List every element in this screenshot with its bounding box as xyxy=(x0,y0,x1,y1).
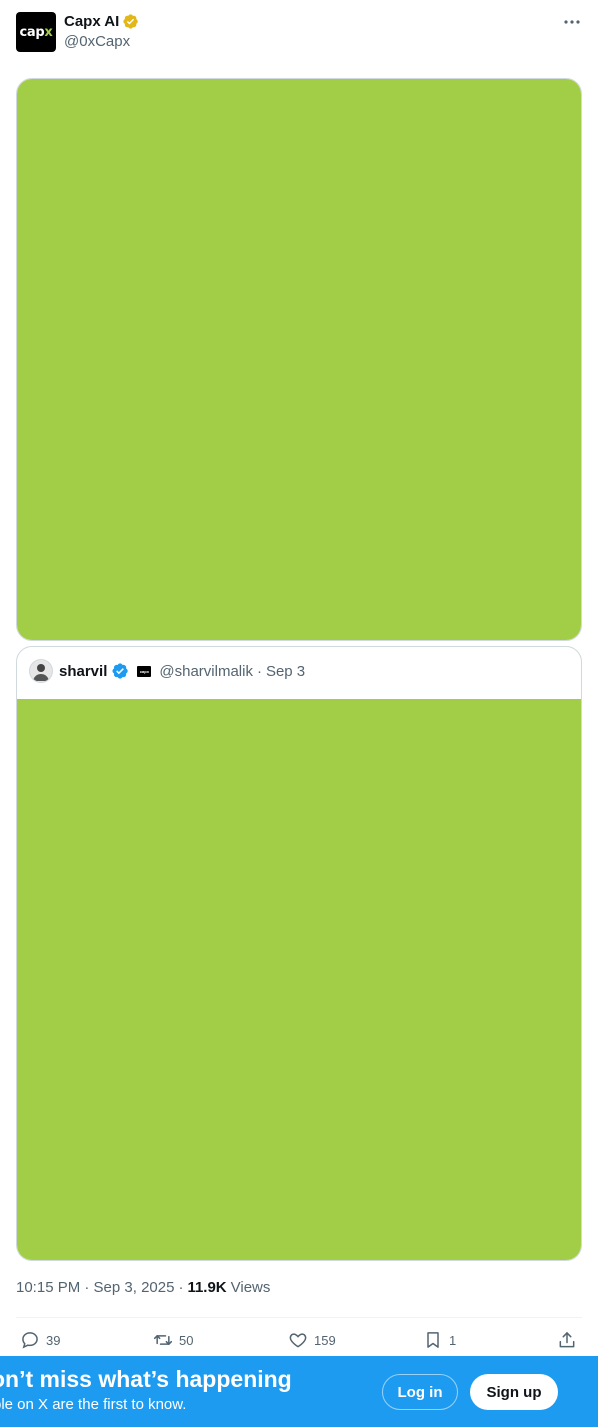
post-timestamp[interactable]: 10:15 PM · Sep 3, 2025 xyxy=(16,1279,174,1296)
signup-banner: on’t miss what’s happening ple on X are … xyxy=(0,1356,598,1427)
reply-icon xyxy=(22,1332,38,1349)
quoted-author-avatar[interactable] xyxy=(29,659,53,683)
like-button[interactable]: 159 xyxy=(288,1330,336,1350)
post-header: capx Capx AI @0xCapx xyxy=(16,12,582,52)
author-avatar[interactable]: capx xyxy=(16,12,56,52)
reply-count: 39 xyxy=(46,1332,61,1348)
author-name-row: Capx AI xyxy=(64,13,139,30)
heart-icon xyxy=(289,1333,307,1348)
author-name[interactable]: Capx AI xyxy=(64,13,119,30)
meta-separator: · xyxy=(178,1279,184,1296)
action-bar: 39 50 159 1 xyxy=(16,1330,582,1352)
bookmark-button[interactable]: 1 xyxy=(423,1330,456,1350)
person-photo-icon xyxy=(33,664,49,681)
like-count: 159 xyxy=(314,1332,336,1348)
views-count: 11.9K xyxy=(187,1279,227,1296)
post-media-image xyxy=(17,79,581,640)
quoted-author-name[interactable]: sharvil xyxy=(59,663,107,680)
quoted-post-date[interactable]: Sep 3 xyxy=(266,663,305,680)
bookmark-icon xyxy=(427,1332,439,1348)
quoted-post-media xyxy=(17,699,581,1260)
verified-blue-icon xyxy=(112,663,129,679)
post-media[interactable] xyxy=(16,78,582,641)
verified-gold-icon xyxy=(123,14,139,29)
quoted-post-header: sharvil capx @sharvilmalik · Sep 3 xyxy=(29,659,305,683)
more-horizontal-icon xyxy=(564,20,580,24)
bookmark-count: 1 xyxy=(449,1332,457,1348)
capx-logo: capx xyxy=(19,24,53,40)
post-meta: 10:15 PM · Sep 3, 2025 · 11.9K Views xyxy=(16,1279,270,1296)
banner-subtitle: ple on X are the first to know. xyxy=(0,1396,187,1413)
quoted-author-handle: @sharvilmalik xyxy=(159,662,253,680)
quoted-separator: · xyxy=(256,662,262,680)
more-options-button[interactable] xyxy=(562,14,582,30)
signup-button[interactable]: Sign up xyxy=(470,1374,558,1410)
divider xyxy=(16,1317,582,1318)
repost-count: 50 xyxy=(179,1332,194,1348)
login-button[interactable]: Log in xyxy=(382,1374,458,1410)
share-icon xyxy=(559,1332,575,1348)
author-handle[interactable]: @0xCapx xyxy=(64,33,130,50)
quoted-post[interactable]: sharvil capx @sharvilmalik · Sep 3 xyxy=(16,646,582,1261)
affiliate-badge-icon: capx xyxy=(137,665,152,677)
banner-title: on’t miss what’s happening xyxy=(0,1366,292,1392)
repost-icon xyxy=(153,1335,173,1345)
views-label: Views xyxy=(230,1279,271,1296)
reply-button[interactable]: 39 xyxy=(20,1330,60,1350)
share-button[interactable] xyxy=(557,1330,577,1350)
repost-button[interactable]: 50 xyxy=(153,1330,193,1350)
